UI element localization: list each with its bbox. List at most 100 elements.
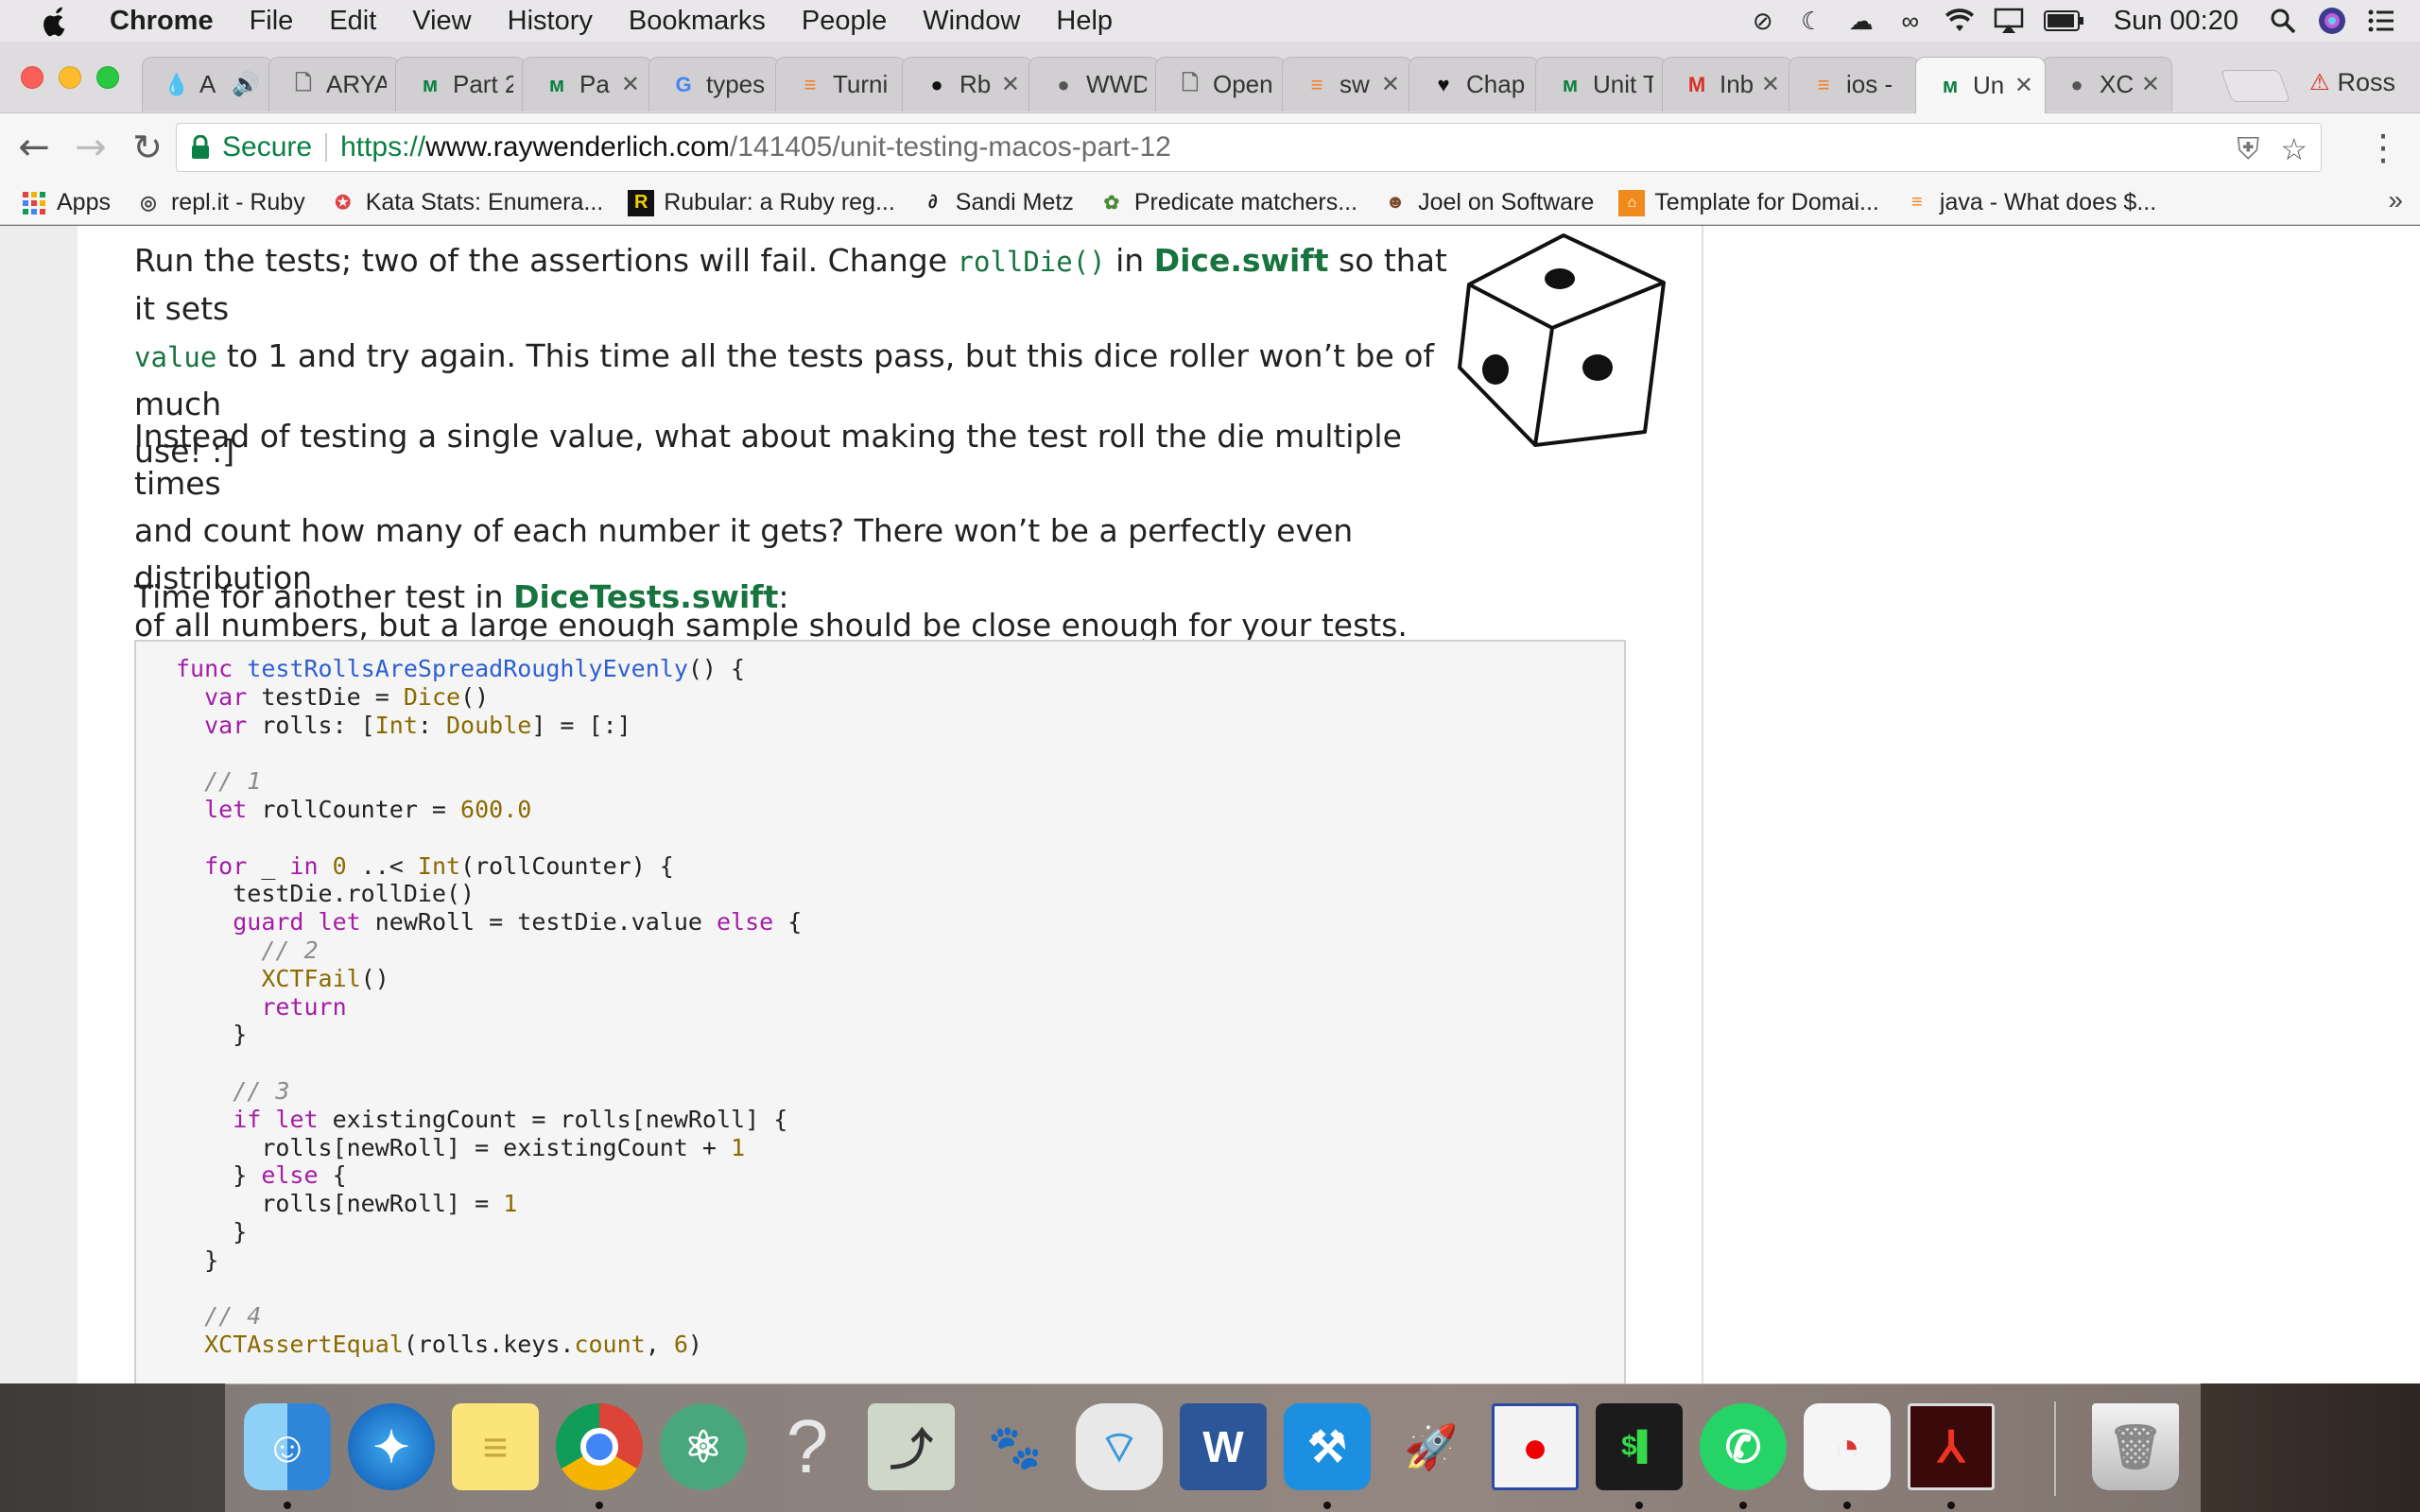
tab-8[interactable]: 🗋 Open bbox=[1155, 57, 1286, 112]
template-icon: ⌂ bbox=[1618, 189, 1646, 216]
trash-icon[interactable]: 🗑 bbox=[2092, 1403, 2179, 1490]
help-icon[interactable]: ? bbox=[764, 1403, 851, 1490]
atom-icon[interactable]: ⚛ bbox=[660, 1403, 747, 1490]
apple-icon: ● bbox=[1057, 72, 1070, 96]
link-dice-swift[interactable]: Dice.swift bbox=[1154, 242, 1329, 279]
battery-icon[interactable] bbox=[2042, 7, 2087, 35]
tab-4[interactable]: Gtypes bbox=[648, 57, 779, 112]
menu-chrome[interactable]: Chrome bbox=[110, 6, 214, 37]
bookmark-replit[interactable]: ◎ repl.it - Ruby bbox=[135, 189, 304, 216]
menu-people[interactable]: People bbox=[802, 6, 887, 37]
close-tab-icon[interactable]: ✕ bbox=[621, 71, 640, 98]
speaker-icon[interactable]: 🔊 bbox=[232, 71, 260, 98]
whatsapp-icon[interactable]: ✆ bbox=[1700, 1403, 1787, 1490]
close-tab-icon[interactable]: ✕ bbox=[2014, 72, 2033, 99]
wifi-icon[interactable] bbox=[1944, 7, 1976, 35]
bookmark-predicate-matchers[interactable]: ✿ Predicate matchers... bbox=[1098, 189, 1357, 216]
airport-utility-icon[interactable]: ⌔ bbox=[1076, 1403, 1163, 1490]
menu-window[interactable]: Window bbox=[923, 6, 1020, 37]
close-tab-icon[interactable]: ✕ bbox=[1761, 71, 1780, 98]
tab-10[interactable]: ♥ Chap bbox=[1409, 57, 1539, 112]
launchpad-rocket-icon[interactable]: 🚀 bbox=[1388, 1403, 1475, 1490]
bookmarks-overflow-icon[interactable]: » bbox=[2388, 185, 2403, 215]
close-tab-icon[interactable]: ✕ bbox=[1381, 71, 1400, 98]
acrobat-icon[interactable]: ⅄ bbox=[1908, 1403, 1995, 1490]
menu-bookmarks[interactable]: Bookmarks bbox=[629, 6, 766, 37]
do-not-disturb-icon[interactable]: ⊘ bbox=[1747, 7, 1779, 35]
close-tab-icon[interactable]: ✕ bbox=[2141, 71, 2160, 98]
menu-history[interactable]: History bbox=[508, 6, 593, 37]
tab-14-active[interactable]: ᴍ Un ✕ bbox=[1915, 57, 2046, 113]
preview-icon[interactable]: ⤴ bbox=[868, 1403, 955, 1490]
chrome-dock-icon[interactable] bbox=[556, 1403, 643, 1490]
close-window-button[interactable] bbox=[21, 66, 43, 89]
shield-blocked-icon[interactable]: ⛨ bbox=[2237, 131, 2259, 167]
tab-0[interactable]: 💧 A 🔊 bbox=[142, 57, 272, 112]
tab-9[interactable]: ≡ sw ✕ bbox=[1282, 57, 1412, 112]
stackoverflow-icon: ≡ bbox=[1310, 72, 1323, 96]
bookmark-apps[interactable]: Apps bbox=[21, 189, 111, 216]
zoom-window-button[interactable] bbox=[96, 66, 119, 89]
bookmark-kata-stats[interactable]: ✪ Kata Stats: Enumera... bbox=[330, 189, 603, 216]
web-page: Run the tests; two of the assertions wil… bbox=[0, 226, 2420, 1383]
bookmark-star-icon[interactable]: ☆ bbox=[2280, 131, 2308, 167]
heart-icon: ♥ bbox=[1437, 72, 1450, 96]
tab-15[interactable]: ● XC ✕ bbox=[2042, 57, 2172, 112]
replit-icon: ◎ bbox=[140, 193, 157, 214]
creative-cloud-icon[interactable]: ☁ bbox=[1845, 7, 1877, 35]
forward-arrow-icon[interactable]: → bbox=[62, 119, 119, 176]
xcode-icon[interactable]: ⚒ bbox=[1284, 1403, 1371, 1490]
bookmark-sandi-metz[interactable]: ∂ Sandi Metz bbox=[920, 189, 1074, 216]
word-icon[interactable]: W bbox=[1180, 1403, 1267, 1490]
apple-menu-icon[interactable] bbox=[40, 6, 78, 37]
tab-6[interactable]: ● Rb ✕ bbox=[902, 57, 1032, 112]
drop-icon: 💧 bbox=[164, 72, 190, 96]
link-dicetests-swift[interactable]: DiceTests.swift bbox=[513, 578, 778, 615]
bookmark-joel-on-software[interactable]: ☻ Joel on Software bbox=[1382, 189, 1595, 216]
new-tab-button[interactable] bbox=[2220, 70, 2291, 102]
tab-7[interactable]: ● WWD bbox=[1028, 57, 1159, 112]
tab-12[interactable]: M Inb ✕ bbox=[1662, 57, 1792, 112]
terminal-icon[interactable]: $▌ bbox=[1596, 1403, 1683, 1490]
github-icon: ● bbox=[930, 72, 943, 96]
tab-5[interactable]: ≡ Turni bbox=[775, 57, 906, 112]
menu-file[interactable]: File bbox=[250, 6, 294, 37]
menu-help[interactable]: Help bbox=[1056, 6, 1113, 37]
siri-icon[interactable] bbox=[2316, 7, 2348, 35]
chrome-menu-icon[interactable]: ⋮ bbox=[2365, 127, 2401, 168]
instruments-icon[interactable]: ◔ bbox=[1804, 1403, 1891, 1490]
close-tab-icon[interactable]: ✕ bbox=[1001, 71, 1020, 98]
page-icon: 🗋 bbox=[295, 70, 312, 94]
screen-recorder-icon[interactable]: ● bbox=[1492, 1403, 1579, 1490]
minimize-window-button[interactable] bbox=[59, 66, 81, 89]
airplay-icon[interactable] bbox=[1993, 7, 2025, 35]
tab-13[interactable]: ≡ ios - bbox=[1789, 57, 1919, 112]
rw-icon: ᴍ bbox=[1942, 73, 1959, 97]
codewars-icon: ✪ bbox=[335, 193, 352, 214]
infinity-icon[interactable]: ∞ bbox=[1894, 7, 1927, 35]
bookmark-template-domain[interactable]: ⌂ Template for Domai... bbox=[1618, 189, 1879, 216]
menu-edit[interactable]: Edit bbox=[329, 6, 376, 37]
tab-3[interactable]: ᴍ Pa ✕ bbox=[522, 57, 652, 112]
tab-2[interactable]: ᴍ Part 2 bbox=[395, 57, 526, 112]
back-arrow-icon[interactable]: ← bbox=[6, 119, 62, 176]
code-block[interactable]: func testRollsAreSpreadRoughlyEvenly() {… bbox=[134, 640, 1626, 1383]
bookmark-java-so[interactable]: ≡ java - What does $... bbox=[1904, 189, 2156, 216]
reload-icon[interactable]: ↻ bbox=[119, 119, 176, 176]
notes-icon[interactable]: ≡ bbox=[452, 1403, 539, 1490]
tab-1[interactable]: 🗋 ARYA bbox=[268, 57, 399, 112]
profile-button[interactable]: ⚠ Ross bbox=[2309, 68, 2395, 97]
right-sidebar bbox=[1702, 226, 2420, 1383]
url-host: www.raywenderlich.com bbox=[425, 131, 730, 163]
tab-11[interactable]: ᴍ Unit T bbox=[1535, 57, 1666, 112]
address-bar[interactable]: Secure https:// www.raywenderlich.com /1… bbox=[176, 123, 2322, 172]
finder-icon[interactable]: ☺ bbox=[244, 1403, 331, 1490]
bookmark-rubular[interactable]: R Rubular: a Ruby reg... bbox=[628, 189, 895, 216]
gimp-icon[interactable]: 🐾 bbox=[972, 1403, 1059, 1490]
safari-icon[interactable]: ✦ bbox=[348, 1403, 435, 1490]
notification-center-icon[interactable] bbox=[2365, 7, 2397, 35]
menu-clock[interactable]: Sun 00:20 bbox=[2114, 6, 2238, 37]
night-shift-icon[interactable]: ☾ bbox=[1796, 7, 1828, 35]
menu-view[interactable]: View bbox=[412, 6, 471, 37]
spotlight-search-icon[interactable] bbox=[2267, 7, 2299, 35]
